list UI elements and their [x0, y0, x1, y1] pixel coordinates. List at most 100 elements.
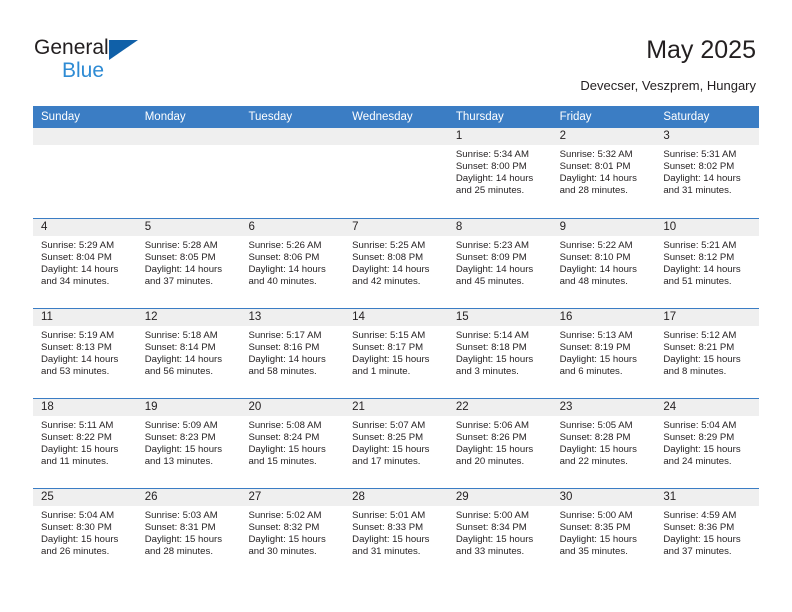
- daylight-text-line1: Daylight: 14 hours: [455, 173, 534, 185]
- day-number: 31: [655, 489, 760, 506]
- sunrise-text: Sunrise: 5:21 AM: [663, 240, 737, 251]
- sunset-text: Sunset: 8:10 PM: [559, 252, 631, 264]
- sunset-text: Sunset: 8:02 PM: [663, 161, 735, 173]
- calendar-day-cell[interactable]: 14 Sunrise: 5:15 AM Sunset: 8:17 PM Dayligh…: [344, 309, 448, 398]
- daylight-text-line2: and 45 minutes.: [455, 276, 525, 288]
- day-details: Sunrise: 4:59 AM Sunset: 8:36 PM Daylight:…: [655, 506, 759, 558]
- daylight-text-line2: and 31 minutes.: [663, 185, 732, 197]
- calendar-day-cell[interactable]: 26 Sunrise: 5:03 AM Sunset: 8:31 PM Dayligh…: [136, 489, 241, 578]
- sunset-text: Sunset: 8:01 PM: [559, 161, 631, 173]
- sunset-text: Sunset: 8:00 PM: [455, 161, 527, 173]
- daylight-text-line1: Daylight: 15 hours: [559, 444, 637, 456]
- calendar-day-cell[interactable]: 28 Sunrise: 5:01 AM Sunset: 8:33 PM Dayligh…: [344, 489, 448, 578]
- day-number: 14: [344, 309, 448, 326]
- daylight-text-line1: Daylight: 14 hours: [248, 264, 326, 276]
- sunset-text: Sunset: 8:09 PM: [455, 252, 527, 264]
- day-details: Sunrise: 5:32 AM Sunset: 8:01 PM Daylight:…: [552, 145, 656, 197]
- day-number: 10: [655, 219, 760, 236]
- sunset-text: Sunset: 8:19 PM: [559, 342, 631, 354]
- calendar-day-cell[interactable]: 3 Sunrise: 5:31 AM Sunset: 8:02 PM Daylight…: [655, 128, 760, 218]
- day-details: Sunrise: 5:13 AM Sunset: 8:19 PM Daylight:…: [552, 326, 656, 378]
- day-number: [33, 128, 137, 145]
- day-details: Sunrise: 5:02 AM Sunset: 8:32 PM Daylight:…: [240, 506, 344, 558]
- sunrise-text: Sunrise: 5:19 AM: [41, 330, 115, 341]
- daylight-text-line1: Daylight: 15 hours: [455, 354, 534, 366]
- sunrise-text: Sunrise: 5:08 AM: [248, 420, 322, 431]
- day-details: Sunrise: 5:14 AM Sunset: 8:18 PM Daylight:…: [448, 326, 552, 378]
- daylight-text-line1: Daylight: 14 hours: [455, 264, 534, 276]
- calendar-day-cell[interactable]: 16 Sunrise: 5:13 AM Sunset: 8:19 PM Dayligh…: [551, 309, 656, 398]
- calendar-day-cell[interactable]: 4 Sunrise: 5:29 AM Sunset: 8:04 PM Daylight…: [33, 219, 137, 308]
- sunset-text: Sunset: 8:26 PM: [455, 432, 527, 444]
- calendar-day-cell[interactable]: 15 Sunrise: 5:14 AM Sunset: 8:18 PM Dayligh…: [447, 309, 552, 398]
- day-number: 19: [136, 399, 241, 416]
- sunrise-text: Sunrise: 5:34 AM: [455, 149, 529, 160]
- calendar-day-cell-empty: [344, 128, 448, 218]
- sunrise-text: Sunrise: 5:31 AM: [663, 149, 737, 160]
- daylight-text-line1: Daylight: 15 hours: [144, 444, 223, 456]
- daylight-text-line2: and 20 minutes.: [455, 456, 525, 468]
- calendar-day-cell-empty: [240, 128, 345, 218]
- weekday-header-tuesday: Tuesday: [248, 111, 293, 123]
- calendar-day-cell[interactable]: 20 Sunrise: 5:08 AM Sunset: 8:24 PM Dayligh…: [240, 399, 345, 488]
- calendar-day-cell[interactable]: 30 Sunrise: 5:00 AM Sunset: 8:35 PM Dayligh…: [551, 489, 656, 578]
- calendar-day-cell[interactable]: 6 Sunrise: 5:26 AM Sunset: 8:06 PM Daylight…: [240, 219, 345, 308]
- weekday-header-saturday: Saturday: [663, 111, 710, 123]
- calendar-day-cell[interactable]: 21 Sunrise: 5:07 AM Sunset: 8:25 PM Dayligh…: [344, 399, 448, 488]
- sunrise-text: Sunrise: 5:04 AM: [41, 510, 115, 521]
- calendar-week-row: 18 Sunrise: 5:11 AM Sunset: 8:22 PM Dayligh…: [33, 398, 760, 488]
- daylight-text-line1: Daylight: 15 hours: [663, 534, 741, 546]
- daylight-text-line1: Daylight: 14 hours: [559, 173, 637, 185]
- calendar-day-cell[interactable]: 10 Sunrise: 5:21 AM Sunset: 8:12 PM Dayligh…: [655, 219, 760, 308]
- daylight-text-line2: and 34 minutes.: [41, 276, 110, 288]
- calendar-day-cell[interactable]: 25 Sunrise: 5:04 AM Sunset: 8:30 PM Dayligh…: [33, 489, 137, 578]
- daylight-text-line1: Daylight: 14 hours: [663, 173, 741, 185]
- daylight-text-line1: Daylight: 15 hours: [663, 444, 741, 456]
- calendar-day-cell[interactable]: 2 Sunrise: 5:32 AM Sunset: 8:01 PM Daylight…: [551, 128, 656, 218]
- calendar-day-cell[interactable]: 23 Sunrise: 5:05 AM Sunset: 8:28 PM Dayligh…: [551, 399, 656, 488]
- daylight-text-line1: Daylight: 14 hours: [352, 264, 430, 276]
- day-number: 1: [447, 128, 552, 145]
- calendar-day-cell[interactable]: 19 Sunrise: 5:09 AM Sunset: 8:23 PM Dayligh…: [136, 399, 241, 488]
- sunrise-text: Sunrise: 5:00 AM: [455, 510, 529, 521]
- calendar-day-cell[interactable]: 13 Sunrise: 5:17 AM Sunset: 8:16 PM Dayligh…: [240, 309, 345, 398]
- calendar-day-cell[interactable]: 9 Sunrise: 5:22 AM Sunset: 8:10 PM Daylight…: [551, 219, 656, 308]
- calendar-day-cell[interactable]: 22 Sunrise: 5:06 AM Sunset: 8:26 PM Dayligh…: [447, 399, 552, 488]
- day-number: 16: [551, 309, 656, 326]
- calendar-day-cell[interactable]: 7 Sunrise: 5:25 AM Sunset: 8:08 PM Daylight…: [344, 219, 448, 308]
- day-details: Sunrise: 5:11 AM Sunset: 8:22 PM Daylight:…: [33, 416, 137, 468]
- calendar-day-cell[interactable]: 29 Sunrise: 5:00 AM Sunset: 8:34 PM Dayligh…: [447, 489, 552, 578]
- sunrise-text: Sunrise: 5:06 AM: [455, 420, 529, 431]
- day-details: Sunrise: 5:25 AM Sunset: 8:08 PM Daylight:…: [344, 236, 448, 288]
- calendar-week-row: 1 Sunrise: 5:34 AM Sunset: 8:00 PM Daylight…: [33, 128, 760, 218]
- day-number: 12: [136, 309, 241, 326]
- calendar-day-cell[interactable]: 12 Sunrise: 5:18 AM Sunset: 8:14 PM Dayligh…: [136, 309, 241, 398]
- general-blue-logo[interactable]: General Blue: [34, 36, 164, 84]
- calendar-day-cell[interactable]: 24 Sunrise: 5:04 AM Sunset: 8:29 PM Dayligh…: [655, 399, 760, 488]
- sunrise-text: Sunrise: 5:14 AM: [455, 330, 529, 341]
- sunrise-text: Sunrise: 5:05 AM: [559, 420, 633, 431]
- day-details: Sunrise: 5:29 AM Sunset: 8:04 PM Daylight:…: [33, 236, 137, 288]
- calendar-day-cell[interactable]: 17 Sunrise: 5:12 AM Sunset: 8:21 PM Dayligh…: [655, 309, 760, 398]
- daylight-text-line2: and 35 minutes.: [559, 546, 628, 558]
- day-details: Sunrise: 5:21 AM Sunset: 8:12 PM Daylight:…: [655, 236, 759, 288]
- daylight-text-line2: and 1 minute.: [352, 366, 411, 378]
- calendar-day-cell[interactable]: 27 Sunrise: 5:02 AM Sunset: 8:32 PM Dayligh…: [240, 489, 345, 578]
- calendar-day-cell[interactable]: 8 Sunrise: 5:23 AM Sunset: 8:09 PM Daylight…: [447, 219, 552, 308]
- daylight-text-line1: Daylight: 15 hours: [455, 534, 534, 546]
- calendar-day-cell[interactable]: 1 Sunrise: 5:34 AM Sunset: 8:00 PM Daylight…: [447, 128, 552, 218]
- sunrise-text: Sunrise: 5:22 AM: [559, 240, 633, 251]
- sunset-text: Sunset: 8:22 PM: [41, 432, 112, 444]
- calendar-day-cell[interactable]: 18 Sunrise: 5:11 AM Sunset: 8:22 PM Dayligh…: [33, 399, 137, 488]
- day-number: 21: [344, 399, 448, 416]
- page-title: May 2025: [646, 36, 756, 64]
- calendar-day-cell[interactable]: 5 Sunrise: 5:28 AM Sunset: 8:05 PM Daylight…: [136, 219, 241, 308]
- calendar-day-cell[interactable]: 11 Sunrise: 5:19 AM Sunset: 8:13 PM Dayligh…: [33, 309, 137, 398]
- daylight-text-line2: and 58 minutes.: [248, 366, 317, 378]
- weekday-header-monday: Monday: [144, 111, 186, 123]
- day-number: 6: [240, 219, 345, 236]
- daylight-text-line1: Daylight: 14 hours: [144, 354, 223, 366]
- calendar-day-cell[interactable]: 31 Sunrise: 4:59 AM Sunset: 8:36 PM Dayligh…: [655, 489, 760, 578]
- day-number: [344, 128, 448, 145]
- daylight-text-line1: Daylight: 14 hours: [248, 354, 326, 366]
